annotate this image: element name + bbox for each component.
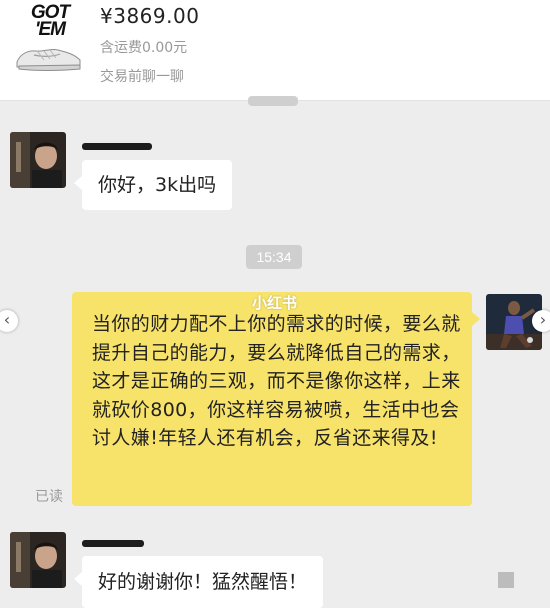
message-text: 你好，3k出吗 — [98, 174, 217, 196]
buyer-avatar[interactable] — [10, 532, 66, 588]
pre-trade-chat-link[interactable]: 交易前聊一聊 — [100, 66, 184, 86]
bubble-tail — [472, 312, 480, 326]
buyer-avatar-image — [10, 132, 66, 188]
message-text: 当你的财力配不上你的需求的时候，要么就提升自己的能力，要么就降低自己的需求，这才… — [92, 313, 461, 449]
product-listing-card[interactable]: GOT 'EM ¥3869.00 含运费0.00元 交易前聊一聊 — [0, 0, 550, 101]
timestamp-pill: 15:34 — [246, 245, 302, 269]
xiaohongshu-watermark: 小红书 — [252, 294, 298, 312]
bubble-tail — [74, 176, 82, 190]
partial-timestamp-pill — [248, 96, 298, 106]
shipping-fee-label: 含运费0.00元 — [100, 40, 188, 56]
price-label: ¥3869.00 — [100, 4, 200, 28]
redacted-username — [82, 540, 144, 547]
chevron-right-icon[interactable]: › — [532, 310, 550, 332]
chevron-left-icon[interactable]: ‹ — [0, 310, 18, 332]
brand-logo: GOT 'EM — [30, 2, 70, 40]
sneaker-image — [16, 48, 81, 71]
incoming-message-bubble[interactable]: 你好，3k出吗 — [74, 160, 233, 210]
outgoing-message-bubble[interactable]: 当你的财力配不上你的需求的时候，要么就提升自己的能力，要么就降低自己的需求，这才… — [72, 292, 480, 506]
redacted-username — [82, 143, 152, 150]
buyer-avatar-image — [10, 532, 66, 588]
bubble-tail — [74, 572, 82, 586]
read-status: 已读 — [35, 489, 63, 505]
product-thumbnail[interactable]: GOT 'EM — [8, 2, 86, 80]
message-text: 好的谢谢你！猛然醒悟！ — [98, 571, 308, 593]
buyer-avatar[interactable] — [10, 132, 66, 188]
blurred-icon — [498, 572, 514, 588]
incoming-message-bubble[interactable]: 好的谢谢你！猛然醒悟！ — [74, 556, 324, 608]
